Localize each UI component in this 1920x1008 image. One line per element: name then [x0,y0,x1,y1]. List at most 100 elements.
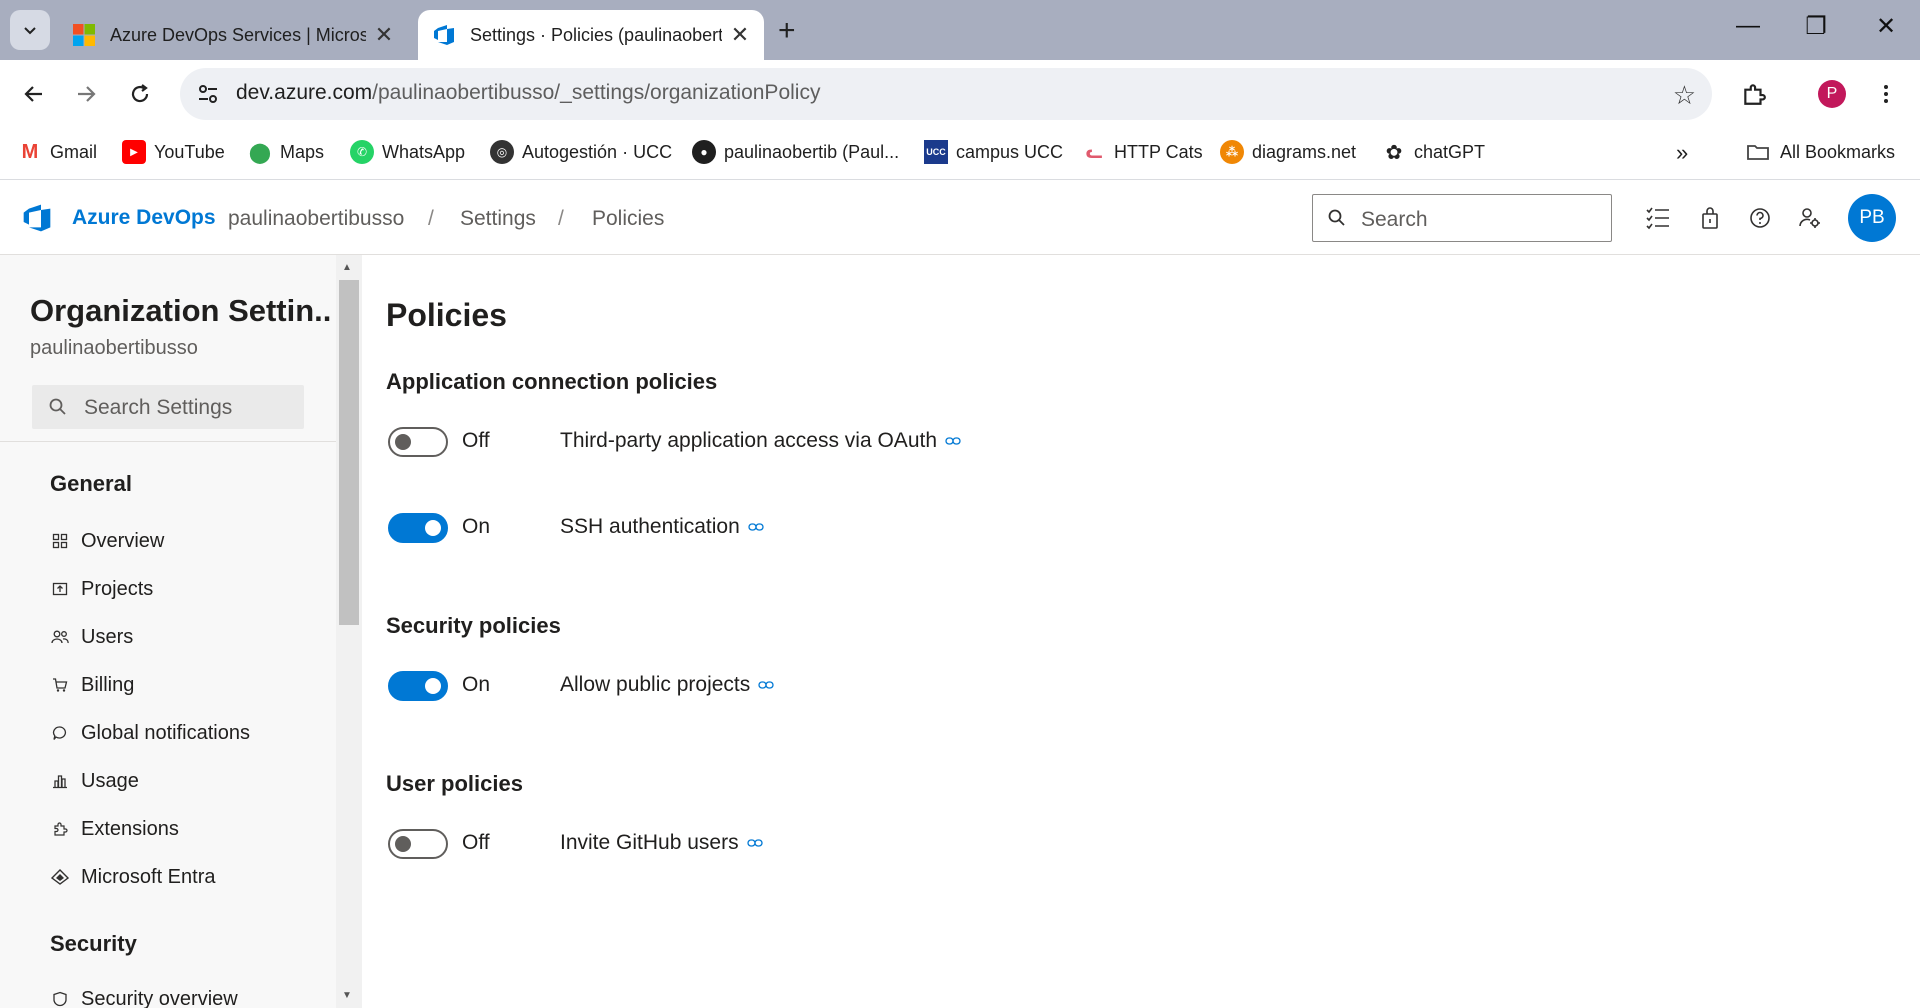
toggle-oauth[interactable] [388,427,448,457]
bookmark-http-cats[interactable]: ᓚ HTTP Cats [1082,140,1203,164]
bookmark-chatgpt[interactable]: ✿ chatGPT [1382,140,1485,164]
back-button[interactable] [14,74,54,114]
toggle-ssh[interactable] [388,513,448,543]
sidebar-item-label: Overview [81,529,165,552]
link-icon[interactable] [746,838,763,848]
bookmark-maps[interactable]: ⬤ Maps [248,140,324,164]
page-title: Policies [386,297,507,333]
address-bar[interactable]: dev.azure.com/paulinaobertibusso/_settin… [180,68,1712,120]
bookmark-campus-ucc[interactable]: UCC campus UCC [924,140,1063,164]
toggle-knob [425,678,441,694]
projects-icon [50,579,70,599]
bookmark-youtube[interactable]: ▶ YouTube [122,140,225,164]
link-icon[interactable] [748,522,764,532]
sidebar-scrollbar-thumb[interactable] [339,280,359,625]
policy-label-public-projects: Allow public projects [560,673,774,697]
work-items-button[interactable] [1642,202,1674,234]
sidebar-item-microsoft-entra[interactable]: Microsoft Entra [50,859,215,895]
sidebar-item-label: Usage [81,769,139,792]
sidebar-item-label: Extensions [81,817,179,840]
link-icon[interactable] [945,436,961,446]
chevron-double-right-icon: » [1676,140,1689,165]
scroll-up-icon[interactable]: ▲ [342,262,352,273]
profile-button[interactable]: P [1812,74,1852,114]
help-icon [1750,208,1770,228]
help-button[interactable] [1744,202,1776,234]
profile-avatar: P [1818,80,1846,108]
puzzle-icon [1744,84,1766,105]
arrow-right-icon [78,86,96,102]
marketplace-button[interactable] [1694,202,1726,234]
settings-search-input[interactable]: Search Settings [32,385,304,429]
breadcrumb-settings[interactable]: Settings [460,207,536,231]
users-icon [50,627,70,647]
site-settings-icon[interactable] [196,82,220,106]
sidebar-item-security-overview[interactable]: Security overview [50,981,238,1008]
reload-icon [131,84,149,103]
sidebar-item-usage[interactable]: Usage [50,763,139,799]
settings-sidebar: Organization Settin... paulinaobertibuss… [0,255,336,1008]
github-icon: ● [692,140,716,164]
toggle-public-projects[interactable] [388,671,448,701]
maps-icon: ⬤ [248,141,272,164]
azure-devops-logo-icon[interactable] [20,202,54,234]
close-tab-icon[interactable]: ✕ [374,22,394,48]
toggle-knob [395,434,411,450]
toggle-state-label: On [462,673,491,696]
user-settings-icon [1799,208,1820,228]
close-window-icon[interactable]: ✕ [1866,12,1906,41]
bookmark-gmail[interactable]: M Gmail [18,140,97,164]
globe-icon: ◎ [490,140,514,164]
sidebar-item-projects[interactable]: Projects [50,571,153,607]
link-icon[interactable] [758,680,774,690]
cart-icon [50,675,70,695]
sidebar-item-label: Microsoft Entra [81,865,216,888]
checklist-icon [1646,207,1669,230]
browser-tab-azure-devops-services[interactable]: Azure DevOps Services | Microsoft ✕ [58,10,408,60]
sidebar-subtitle: paulinaobertibusso [30,337,198,359]
restore-icon[interactable]: ❐ [1796,12,1836,41]
forward-button[interactable] [66,74,106,114]
policy-row-ssh: On SSH authentication [388,511,1288,543]
sidebar-item-billing[interactable]: Billing [50,667,134,703]
policy-label-github-users: Invite GitHub users [560,831,763,855]
breadcrumb-organization[interactable]: paulinaobertibusso [228,207,404,231]
toggle-state-label: Off [462,831,490,854]
toggle-state-label: Off [462,429,490,452]
toggle-github-users[interactable] [388,829,448,859]
policy-label-oauth: Third-party application access via OAuth [560,429,961,453]
bookmark-autogestion[interactable]: ◎ Autogestión · UCC [490,140,672,164]
extensions-button[interactable] [1734,74,1774,114]
bookmark-github[interactable]: ● paulinaobertib (Paul... [692,140,899,164]
minimize-icon[interactable]: — [1728,12,1768,40]
sidebar-item-global-notifications[interactable]: Global notifications [50,715,250,751]
browser-menu-button[interactable] [1866,74,1906,114]
breadcrumb-policies[interactable]: Policies [592,207,664,231]
more-bookmarks-button[interactable]: » [1676,140,1688,166]
cat-icon: ᓚ [1085,141,1103,162]
chat-icon [50,723,70,743]
sidebar-item-extensions[interactable]: Extensions [50,811,179,847]
tab-search-button[interactable] [10,10,50,50]
ado-search-box[interactable]: Search [1312,194,1612,242]
bookmark-diagrams[interactable]: ⁂ diagrams.net [1220,140,1356,164]
entra-icon [50,867,70,887]
browser-tab-settings-policies[interactable]: Settings · Policies (paulinaobertibusso)… [418,10,764,60]
bookmark-whatsapp[interactable]: ✆ WhatsApp [350,140,465,164]
all-bookmarks-button[interactable]: All Bookmarks [1746,140,1895,164]
new-tab-button[interactable]: + [778,14,796,48]
sidebar-item-users[interactable]: Users [50,619,133,655]
reload-button[interactable] [120,74,160,114]
close-tab-icon[interactable]: ✕ [730,22,750,48]
sidebar-title: Organization Settin... [30,293,330,328]
youtube-icon: ▶ [122,140,146,164]
user-settings-button[interactable] [1794,202,1826,234]
user-avatar[interactable]: PB [1848,194,1896,242]
scroll-down-icon[interactable]: ▼ [342,990,352,1001]
shopping-bag-icon [1702,207,1718,229]
bookmark-star-icon[interactable]: ☆ [1673,80,1696,111]
group-title-security: Security policies [386,613,561,638]
ado-brand[interactable]: Azure DevOps [72,206,216,230]
sidebar-item-overview[interactable]: Overview [50,523,164,559]
folder-icon [1747,145,1769,160]
